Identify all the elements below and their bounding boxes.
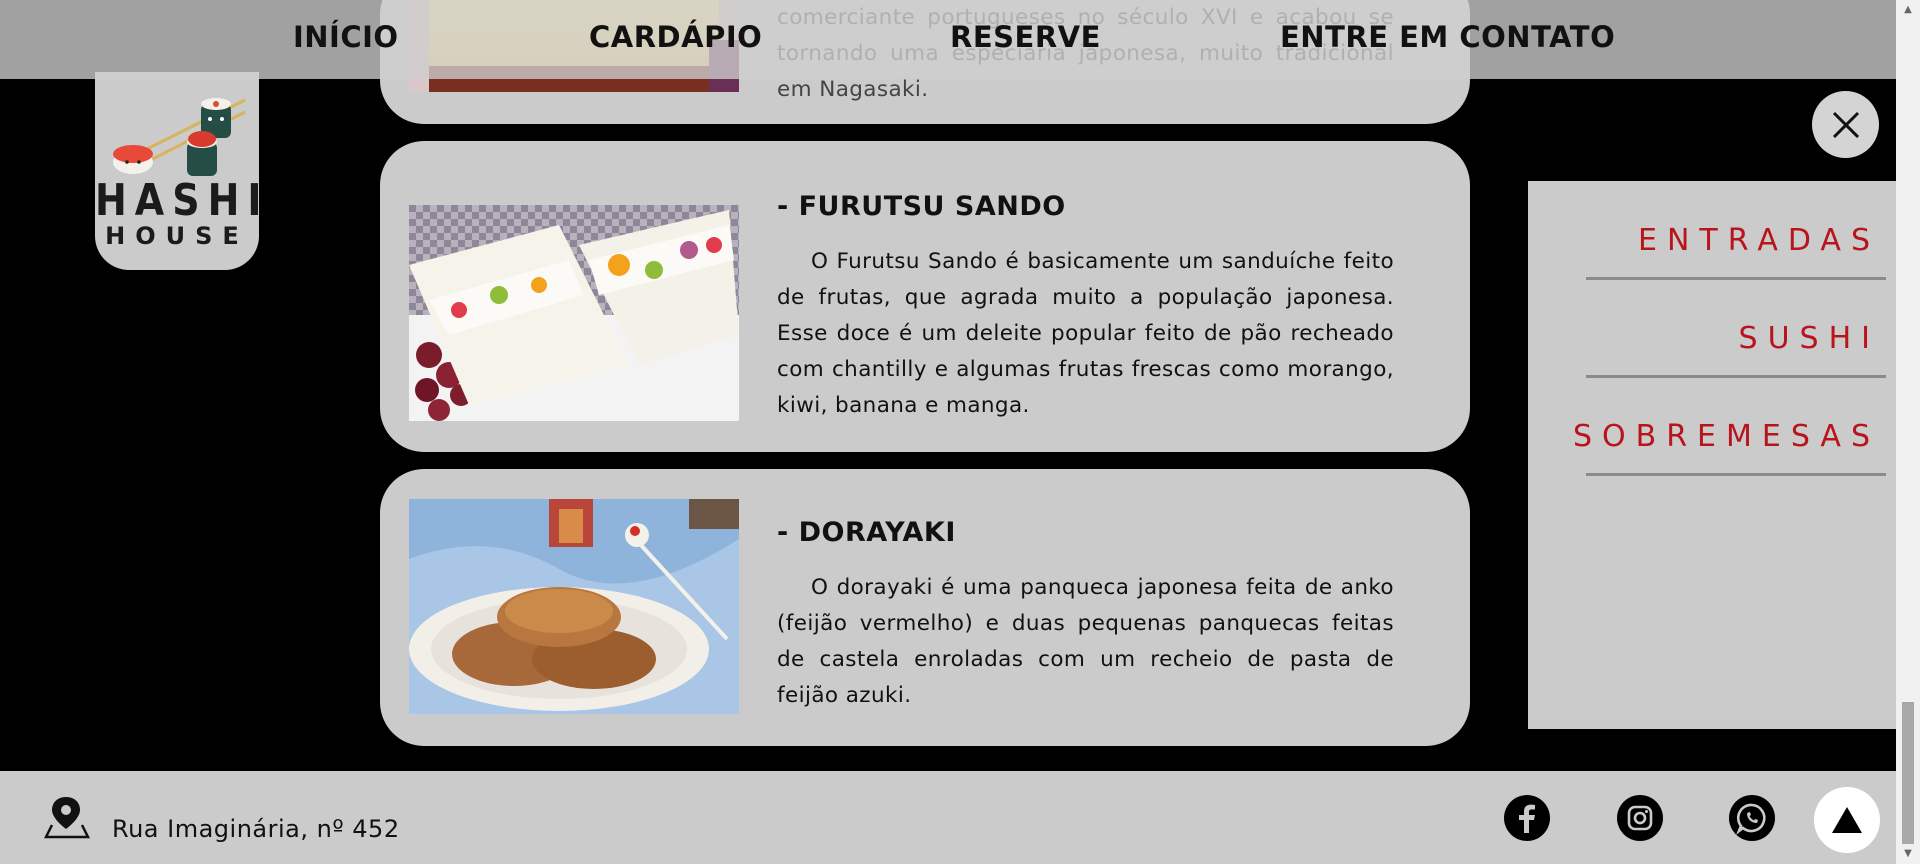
- nav-cardapio[interactable]: CARDÁPIO: [589, 20, 762, 54]
- close-icon: [1832, 111, 1859, 138]
- facebook-link[interactable]: [1504, 795, 1550, 841]
- dorayaki-title: - DORAYAKI: [777, 517, 956, 548]
- back-to-top-button[interactable]: [1814, 787, 1880, 853]
- nav-inicio[interactable]: INÍCIO: [293, 20, 399, 54]
- scrollbar-thumb[interactable]: [1902, 702, 1914, 844]
- menu-category-entradas[interactable]: ENTRADAS: [1586, 181, 1886, 280]
- dorayaki-image: [409, 499, 739, 714]
- logo-word-hashi: HASHI: [95, 174, 270, 226]
- logo-word-house: HOUSE: [105, 222, 249, 250]
- menu-category-label: SOBREMESAS: [1572, 419, 1880, 454]
- top-navigation: INÍCIO CARDÁPIO RESERVE ENTRE EM CONTATO: [0, 0, 1896, 79]
- furutsu-sando-title: - FURUTSU SANDO: [777, 191, 1066, 222]
- close-menu-button[interactable]: [1812, 91, 1879, 158]
- furutsu-sando-description: O Furutsu Sando é basicamente um sanduíc…: [777, 249, 1394, 418]
- sushi-mascot-icon: [113, 98, 246, 176]
- facebook-icon: [1519, 804, 1535, 833]
- whatsapp-icon: [1736, 803, 1766, 835]
- page-scrollbar[interactable]: ▲ ▼: [1896, 0, 1920, 864]
- scroll-down-icon[interactable]: ▼: [1902, 848, 1914, 860]
- menu-category-sobremesas[interactable]: SOBREMESAS: [1573, 377, 1886, 476]
- menu-category-sushi[interactable]: SUSHI: [1586, 279, 1886, 378]
- furutsu-sando-image: [409, 205, 739, 421]
- menu-category-label: ENTRADAS: [1637, 223, 1880, 258]
- arrow-up-icon: [1832, 807, 1862, 833]
- menu-category-panel: ENTRADAS SUSHI SOBREMESAS: [1528, 181, 1896, 729]
- hashi-house-logo[interactable]: HASHI HOUSE: [95, 72, 270, 270]
- dessert-card-furutsu-sando: - FURUTSU SANDO O Furutsu Sando é basica…: [380, 141, 1470, 452]
- nav-reserve[interactable]: RESERVE: [950, 20, 1101, 54]
- menu-category-label: SUSHI: [1738, 321, 1880, 356]
- instagram-link[interactable]: [1617, 795, 1663, 841]
- map-pin-icon: [44, 797, 90, 839]
- dessert-card-dorayaki: - DORAYAKI O dorayaki é uma panqueca jap…: [380, 469, 1470, 746]
- dorayaki-description: O dorayaki é uma panqueca japonesa feita…: [777, 575, 1394, 708]
- address-text: Rua Imaginária, nº 452: [112, 815, 400, 843]
- scroll-up-icon[interactable]: ▲: [1902, 4, 1914, 16]
- whatsapp-link[interactable]: [1729, 795, 1775, 841]
- footer: Rua Imaginária, nº 452: [0, 771, 1896, 864]
- instagram-icon: [1627, 805, 1653, 831]
- nav-entre-em-contato[interactable]: ENTRE EM CONTATO: [1280, 20, 1615, 54]
